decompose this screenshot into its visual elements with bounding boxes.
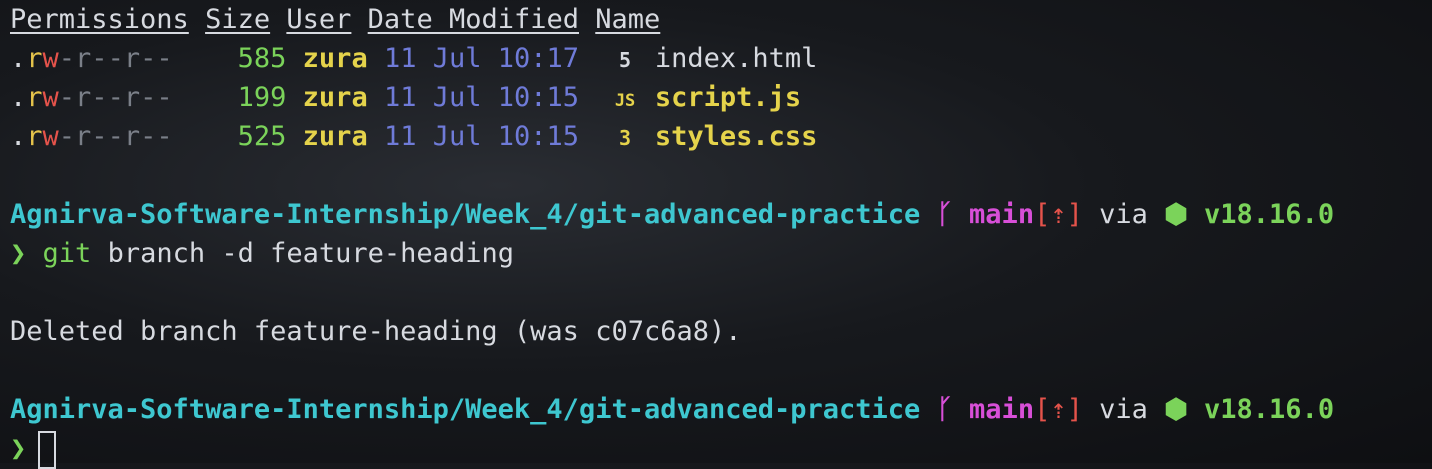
listing-header: Permissions Size User Date Modified Name <box>10 0 1422 39</box>
perm-write: w <box>42 121 59 152</box>
cwd-path: Agnirva-Software-Internship/Week_4/git-a… <box>10 394 921 425</box>
ahead-arrow-icon: ⇡ <box>1050 199 1067 230</box>
nodejs-icon: ⬢ <box>1164 199 1188 230</box>
listing-row: .rw-r--r-- 199 zura 11 Jul 10:15 JS scri… <box>10 78 1422 117</box>
file-size: 585 <box>237 43 287 74</box>
command-line: ❯ git branch -d feature-heading <box>10 234 1422 273</box>
header-date-modified: Date Modified <box>367 4 579 35</box>
perm-rest: -r--r-- <box>58 43 173 74</box>
via-label: via <box>1099 199 1148 230</box>
header-user: User <box>286 4 352 35</box>
perm-read: r <box>26 121 43 152</box>
command-output: Deleted branch feature-heading (was c07c… <box>10 316 742 347</box>
file-name[interactable]: index.html <box>655 43 818 74</box>
file-size: 525 <box>237 121 287 152</box>
prompt-char: ❯ <box>10 433 27 464</box>
perm-dot: . <box>10 82 27 113</box>
via-label: via <box>1099 394 1148 425</box>
git-branch-icon: ᚴ <box>936 199 953 230</box>
css3-icon: 3 <box>619 126 632 150</box>
ahead-close: ] <box>1066 394 1083 425</box>
header-permissions: Permissions <box>10 4 189 35</box>
git-branch-icon: ᚴ <box>936 394 953 425</box>
command-name: git <box>42 238 92 269</box>
node-version: v18.16.0 <box>1204 394 1335 425</box>
ahead-arrow-icon: ⇡ <box>1050 394 1067 425</box>
file-name[interactable]: styles.css <box>655 121 818 152</box>
ahead-close: ] <box>1066 199 1083 230</box>
file-date: 11 Jul 10:15 <box>383 82 580 113</box>
perm-dot: . <box>10 121 27 152</box>
javascript-icon: JS <box>614 91 636 111</box>
perm-rest: -r--r-- <box>58 82 173 113</box>
cwd-path: Agnirva-Software-Internship/Week_4/git-a… <box>10 199 921 230</box>
file-user: zura <box>302 121 368 152</box>
file-name[interactable]: script.js <box>655 82 801 113</box>
listing-row: .rw-r--r-- 525 zura 11 Jul 10:15 3 style… <box>10 117 1422 156</box>
node-version: v18.16.0 <box>1204 199 1335 230</box>
perm-write: w <box>42 82 59 113</box>
html5-icon: 5 <box>619 48 632 72</box>
git-branch: main <box>969 199 1035 230</box>
perm-dot: . <box>10 43 27 74</box>
file-date: 11 Jul 10:15 <box>383 121 580 152</box>
ahead-open: [ <box>1034 199 1051 230</box>
nodejs-icon: ⬢ <box>1164 394 1188 425</box>
ahead-open: [ <box>1034 394 1051 425</box>
prompt-line: Agnirva-Software-Internship/Week_4/git-a… <box>10 390 1422 429</box>
terminal-window[interactable]: Permissions Size User Date Modified Name… <box>0 0 1432 469</box>
perm-read: r <box>26 43 43 74</box>
perm-rest: -r--r-- <box>58 121 173 152</box>
input-line[interactable]: ❯ <box>10 429 1422 469</box>
header-size: Size <box>205 4 271 35</box>
header-name: Name <box>595 4 661 35</box>
git-branch: main <box>969 394 1035 425</box>
perm-write: w <box>42 43 59 74</box>
prompt-char: ❯ <box>10 238 27 269</box>
file-user: zura <box>302 82 368 113</box>
file-date: 11 Jul 10:17 <box>383 43 580 74</box>
listing-row: .rw-r--r-- 585 zura 11 Jul 10:17 5 index… <box>10 39 1422 78</box>
command-args: branch -d feature-heading <box>107 238 514 269</box>
prompt-line: Agnirva-Software-Internship/Week_4/git-a… <box>10 195 1422 234</box>
file-size: 199 <box>237 82 287 113</box>
perm-read: r <box>26 82 43 113</box>
file-user: zura <box>302 43 368 74</box>
